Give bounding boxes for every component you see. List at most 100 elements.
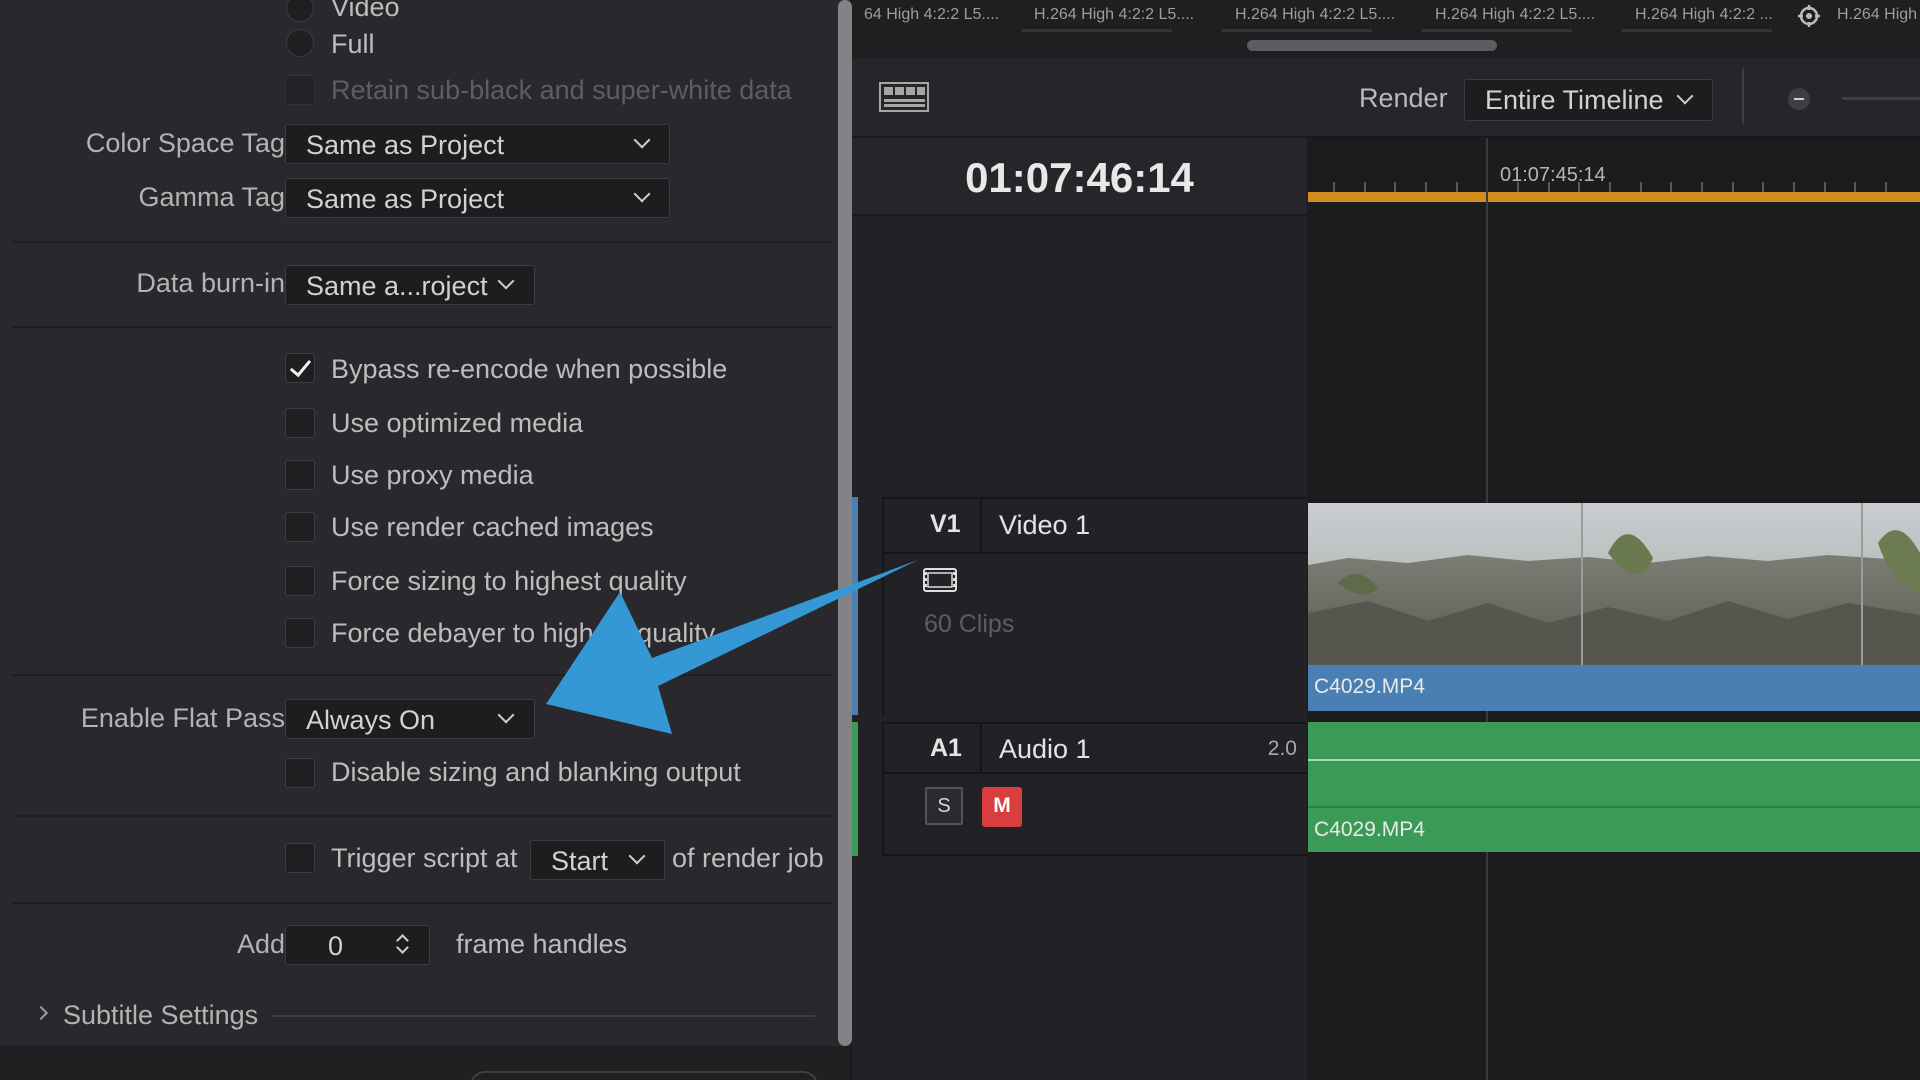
color-space-label: Color Space Tag [85, 128, 285, 158]
track-name-video: Video 1 [999, 510, 1091, 540]
radio-video-label: Video [331, 0, 400, 22]
channel-format: 2.0 [1267, 737, 1297, 760]
audio-clip[interactable]: C4029.MP4 [1308, 722, 1920, 852]
clip-count: 60 Clips [924, 610, 1015, 638]
queue-scrollbar[interactable] [1247, 40, 1497, 51]
track-name-audio: Audio 1 [999, 734, 1091, 764]
burnin-dropdown[interactable]: Same a...roject [285, 265, 535, 305]
timeline-toolbar: Render Entire Timeline [852, 58, 1920, 138]
trigger-suffix: of render job [672, 843, 824, 873]
force-debayer-checkbox[interactable] [285, 618, 315, 648]
radio-full[interactable] [286, 29, 314, 57]
optimized-media-label: Use optimized media [331, 408, 584, 438]
queue-job[interactable]: H.264 High 4:2:2 L5.... [1235, 6, 1395, 24]
queue-job[interactable]: 64 High 4:2:2 L5.... [864, 6, 999, 24]
timeline-area: 64 High 4:2:2 L5.... H.264 High 4:2:2 L5… [852, 0, 1920, 1080]
chevron-down-icon [1676, 87, 1694, 105]
divider [12, 815, 832, 817]
audio-clip-name: C4029.MP4 [1314, 818, 1425, 841]
queue-job[interactable]: H.264 High [1837, 6, 1917, 24]
film-icon[interactable] [923, 568, 957, 592]
proxy-media-checkbox[interactable] [285, 460, 315, 490]
color-space-value: Same as Project [306, 130, 505, 160]
chevron-right-icon[interactable] [33, 1005, 49, 1021]
divider [12, 674, 832, 676]
job-separator [1222, 29, 1372, 32]
render-queue-strip: 64 High 4:2:2 L5.... H.264 High 4:2:2 L5… [852, 0, 1920, 58]
burnin-label: Data burn-in [136, 268, 285, 298]
audio-track-header[interactable]: A1 Audio 1 2.0 S M [852, 722, 1307, 856]
chevron-down-icon [497, 706, 515, 724]
force-debayer-label: Force debayer to highest quality [331, 618, 716, 648]
video-clip-name: C4029.MP4 [1314, 675, 1425, 698]
render-cached-checkbox[interactable] [285, 512, 315, 542]
frame-handles-value: 0 [328, 931, 344, 961]
retain-checkbox[interactable] [285, 75, 315, 105]
render-cached-label: Use render cached images [331, 512, 654, 542]
video-clip-label-bar: C4029.MP4 [1308, 665, 1920, 711]
flat-pass-value: Always On [306, 705, 436, 735]
job-separator [1022, 29, 1172, 32]
trigger-script-label: Trigger script at [331, 843, 518, 873]
settings-scrollbar[interactable] [838, 0, 852, 1046]
zoom-out-icon[interactable] [1788, 88, 1810, 110]
trigger-script-checkbox[interactable] [285, 843, 315, 873]
gamma-dropdown[interactable]: Same as Project [285, 178, 670, 218]
gamma-value: Same as Project [306, 184, 505, 214]
solo-button[interactable]: S [925, 787, 963, 825]
trigger-value: Start [551, 846, 609, 876]
job-separator [1422, 29, 1572, 32]
timecode-display: 01:07:46:14 [965, 154, 1194, 201]
render-label: Render [1359, 83, 1448, 113]
queue-job[interactable]: H.264 High 4:2:2 ... [1635, 6, 1773, 24]
video-clip[interactable]: C4029.MP4 [1308, 503, 1920, 711]
frame-handles-stepper[interactable]: 0 [285, 925, 430, 965]
track-id-a1: A1 [930, 734, 962, 762]
add-label: Add [236, 929, 285, 959]
queue-job[interactable]: H.264 High 4:2:2 L5.... [1435, 6, 1595, 24]
color-space-dropdown[interactable]: Same as Project [285, 124, 670, 164]
target-icon[interactable] [1798, 5, 1820, 27]
disable-sizing-checkbox[interactable] [285, 758, 315, 788]
disable-sizing-label: Disable sizing and blanking output [331, 757, 741, 787]
track-id-v1: V1 [930, 510, 961, 538]
timeline-header: 01:07:46:14 [852, 138, 1307, 216]
force-sizing-label: Force sizing to highest quality [331, 566, 687, 596]
render-settings-panel: Video Full Retain sub-black and super-wh… [0, 0, 850, 1080]
zoom-slider[interactable] [1842, 97, 1920, 100]
bypass-reencode-checkbox[interactable] [285, 353, 315, 383]
flat-pass-dropdown[interactable]: Always On [285, 699, 535, 739]
video-thumbnails [1308, 503, 1920, 665]
ruler-timecode: 01:07:45:14 [1500, 164, 1606, 186]
render-range-dropdown[interactable]: Entire Timeline [1464, 79, 1713, 121]
job-separator [1622, 29, 1772, 32]
render-range-value: Entire Timeline [1485, 85, 1664, 115]
toolbar-separator [1742, 68, 1744, 124]
chevron-down-icon [497, 272, 515, 290]
timeline-ruler[interactable]: 01:07:45:14 [1308, 138, 1920, 196]
frame-handles-suffix: frame handles [456, 929, 628, 959]
queue-job[interactable]: H.264 High 4:2:2 L5.... [1034, 6, 1194, 24]
optimized-media-checkbox[interactable] [285, 408, 315, 438]
divider [12, 326, 832, 328]
chevron-down-icon [633, 131, 651, 149]
flat-pass-label: Enable Flat Pass [80, 703, 285, 733]
chevron-down-icon [633, 185, 651, 203]
bypass-reencode-label: Bypass re-encode when possible [331, 354, 728, 384]
video-track-header[interactable]: V1 Video 1 60 Clips [852, 497, 1307, 715]
proxy-media-label: Use proxy media [331, 460, 534, 490]
trigger-dropdown[interactable]: Start [530, 840, 665, 880]
timeline-view-icon[interactable] [879, 82, 929, 112]
divider [12, 241, 832, 243]
subtitle-divider [272, 1015, 815, 1017]
gamma-label: Gamma Tag [138, 182, 285, 212]
force-sizing-checkbox[interactable] [285, 566, 315, 596]
radio-video[interactable] [286, 0, 314, 22]
in-out-range-bar[interactable] [1308, 192, 1920, 202]
add-to-queue-button[interactable] [470, 1071, 818, 1080]
subtitle-settings-header[interactable]: Subtitle Settings [63, 1000, 258, 1031]
audio-waveform [1308, 759, 1920, 761]
mute-button[interactable]: M [982, 787, 1022, 827]
divider [12, 902, 832, 904]
radio-full-label: Full [331, 29, 375, 59]
